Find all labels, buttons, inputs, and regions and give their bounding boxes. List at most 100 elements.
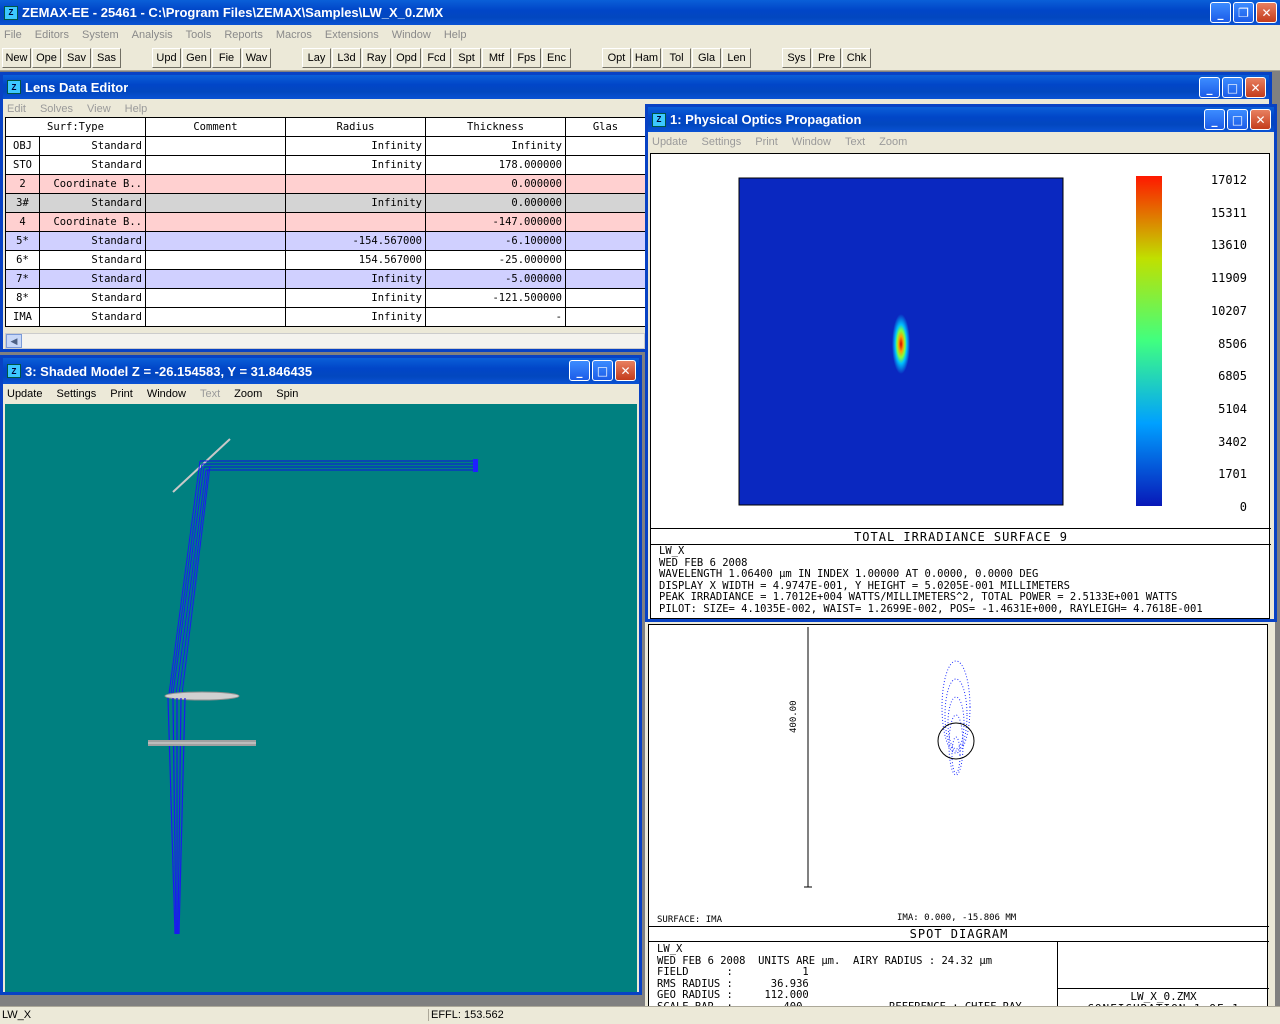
toolbar-sas-button[interactable]: Sas	[92, 48, 121, 68]
toolbar-l3d-button[interactable]: L3d	[332, 48, 361, 68]
surf-type-cell[interactable]: 3# Standard	[5, 193, 146, 213]
toolbar-upd-button[interactable]: Upd	[152, 48, 181, 68]
comment-cell[interactable]	[145, 136, 286, 156]
glass-cell[interactable]	[565, 136, 646, 156]
glass-cell[interactable]	[565, 250, 646, 270]
shaded-menu-window[interactable]: Window	[147, 388, 186, 400]
menu-macros[interactable]: Macros	[276, 29, 312, 41]
shaded-menu-zoom[interactable]: Zoom	[234, 388, 262, 400]
pop-title-bar[interactable]: Z 1: Physical Optics Propagation _ □ ✕	[648, 107, 1274, 132]
menu-file[interactable]: File	[4, 29, 22, 41]
toolbar-spt-button[interactable]: Spt	[452, 48, 481, 68]
maximize-button[interactable]: □	[1222, 77, 1243, 98]
radius-cell[interactable]: Infinity	[285, 288, 426, 308]
shaded-menu-text[interactable]: Text	[200, 388, 220, 400]
lde-menu-view[interactable]: View	[87, 103, 111, 115]
glass-cell[interactable]	[565, 174, 646, 194]
toolbar-sav-button[interactable]: Sav	[62, 48, 91, 68]
table-row[interactable]: 5* Standard -154.567000 -6.100000	[5, 231, 646, 251]
comment-cell[interactable]	[145, 193, 286, 213]
comment-cell[interactable]	[145, 212, 286, 232]
shaded-menu-update[interactable]: Update	[7, 388, 42, 400]
table-row[interactable]: 2 Coordinate B.. 0.000000	[5, 174, 646, 194]
maximize-button[interactable]: □	[1227, 109, 1248, 130]
pop-menu-zoom[interactable]: Zoom	[879, 136, 907, 148]
glass-cell[interactable]	[565, 288, 646, 308]
toolbar-ope-button[interactable]: Ope	[32, 48, 61, 68]
surf-type-cell[interactable]: OBJ Standard	[5, 136, 146, 156]
close-button[interactable]: ✕	[1245, 77, 1266, 98]
thickness-cell[interactable]: Infinity	[425, 136, 566, 156]
toolbar-pre-button[interactable]: Pre	[812, 48, 841, 68]
radius-cell[interactable]	[285, 174, 426, 194]
close-button[interactable]: ✕	[1250, 109, 1271, 130]
table-row[interactable]: OBJ Standard Infinity Infinity	[5, 136, 646, 156]
pop-window[interactable]: Z 1: Physical Optics Propagation _ □ ✕ U…	[645, 104, 1277, 622]
menu-reports[interactable]: Reports	[224, 29, 263, 41]
thickness-cell[interactable]: 0.000000	[425, 193, 566, 213]
radius-cell[interactable]: -154.567000	[285, 231, 426, 251]
comment-cell[interactable]	[145, 307, 286, 327]
close-button[interactable]: ✕	[1256, 2, 1277, 23]
lde-menu-solves[interactable]: Solves	[40, 103, 73, 115]
table-row[interactable]: 3# Standard Infinity 0.000000	[5, 193, 646, 213]
pop-menu-update[interactable]: Update	[652, 136, 687, 148]
minimize-button[interactable]: _	[1210, 2, 1231, 23]
close-button[interactable]: ✕	[615, 360, 636, 381]
shaded-model-window[interactable]: Z 3: Shaded Model Z = -26.154583, Y = 31…	[0, 355, 642, 995]
minimize-button[interactable]: _	[1199, 77, 1220, 98]
menu-editors[interactable]: Editors	[35, 29, 69, 41]
comment-cell[interactable]	[145, 250, 286, 270]
pop-menu-print[interactable]: Print	[755, 136, 778, 148]
thickness-cell[interactable]: -5.000000	[425, 269, 566, 289]
thickness-cell[interactable]: 0.000000	[425, 174, 566, 194]
menu-extensions[interactable]: Extensions	[325, 29, 379, 41]
radius-cell[interactable]	[285, 212, 426, 232]
minimize-button[interactable]: _	[1204, 109, 1225, 130]
menu-analysis[interactable]: Analysis	[132, 29, 173, 41]
lde-menu-edit[interactable]: Edit	[7, 103, 26, 115]
shaded-menu-settings[interactable]: Settings	[56, 388, 96, 400]
surf-type-cell[interactable]: 2 Coordinate B..	[5, 174, 146, 194]
radius-cell[interactable]: Infinity	[285, 193, 426, 213]
minimize-button[interactable]: _	[569, 360, 590, 381]
thickness-cell[interactable]: -6.100000	[425, 231, 566, 251]
toolbar-opd-button[interactable]: Opd	[392, 48, 421, 68]
toolbar-new-button[interactable]: New	[2, 48, 31, 68]
toolbar-gla-button[interactable]: Gla	[692, 48, 721, 68]
thickness-cell[interactable]: -121.500000	[425, 288, 566, 308]
glass-cell[interactable]	[565, 155, 646, 175]
toolbar-ham-button[interactable]: Ham	[632, 48, 661, 68]
radius-cell[interactable]: Infinity	[285, 136, 426, 156]
table-row[interactable]: 7* Standard Infinity -5.000000	[5, 269, 646, 289]
glass-cell[interactable]	[565, 193, 646, 213]
pop-menu-settings[interactable]: Settings	[701, 136, 741, 148]
toolbar-fie-button[interactable]: Fie	[212, 48, 241, 68]
surf-type-cell[interactable]: STO Standard	[5, 155, 146, 175]
shaded-menu-print[interactable]: Print	[110, 388, 133, 400]
toolbar-opt-button[interactable]: Opt	[602, 48, 631, 68]
table-row[interactable]: 6* Standard 154.567000 -25.000000	[5, 250, 646, 270]
toolbar-chk-button[interactable]: Chk	[842, 48, 871, 68]
lde-title-bar[interactable]: Z Lens Data Editor _ □ ✕	[3, 75, 1269, 99]
table-row[interactable]: 8* Standard Infinity -121.500000	[5, 288, 646, 308]
table-row[interactable]: STO Standard Infinity 178.000000	[5, 155, 646, 175]
glass-cell[interactable]	[565, 212, 646, 232]
maximize-button[interactable]: □	[592, 360, 613, 381]
radius-cell[interactable]: 154.567000	[285, 250, 426, 270]
glass-cell[interactable]	[565, 307, 646, 327]
horizontal-scrollbar[interactable]: ◀	[5, 333, 645, 349]
toolbar-wav-button[interactable]: Wav	[242, 48, 271, 68]
spot-diagram-window[interactable]: 400.00 SURFACE: IMA IMA: 0.000, -15.806 …	[645, 622, 1275, 1018]
surf-type-cell[interactable]: 4 Coordinate B..	[5, 212, 146, 232]
thickness-cell[interactable]: -	[425, 307, 566, 327]
thickness-cell[interactable]: 178.000000	[425, 155, 566, 175]
pop-menu-window[interactable]: Window	[792, 136, 831, 148]
toolbar-ray-button[interactable]: Ray	[362, 48, 391, 68]
surf-type-cell[interactable]: 6* Standard	[5, 250, 146, 270]
surf-type-cell[interactable]: 5* Standard	[5, 231, 146, 251]
toolbar-sys-button[interactable]: Sys	[782, 48, 811, 68]
surf-type-cell[interactable]: 8* Standard	[5, 288, 146, 308]
shaded-menu-spin[interactable]: Spin	[276, 388, 298, 400]
toolbar-gen-button[interactable]: Gen	[182, 48, 211, 68]
